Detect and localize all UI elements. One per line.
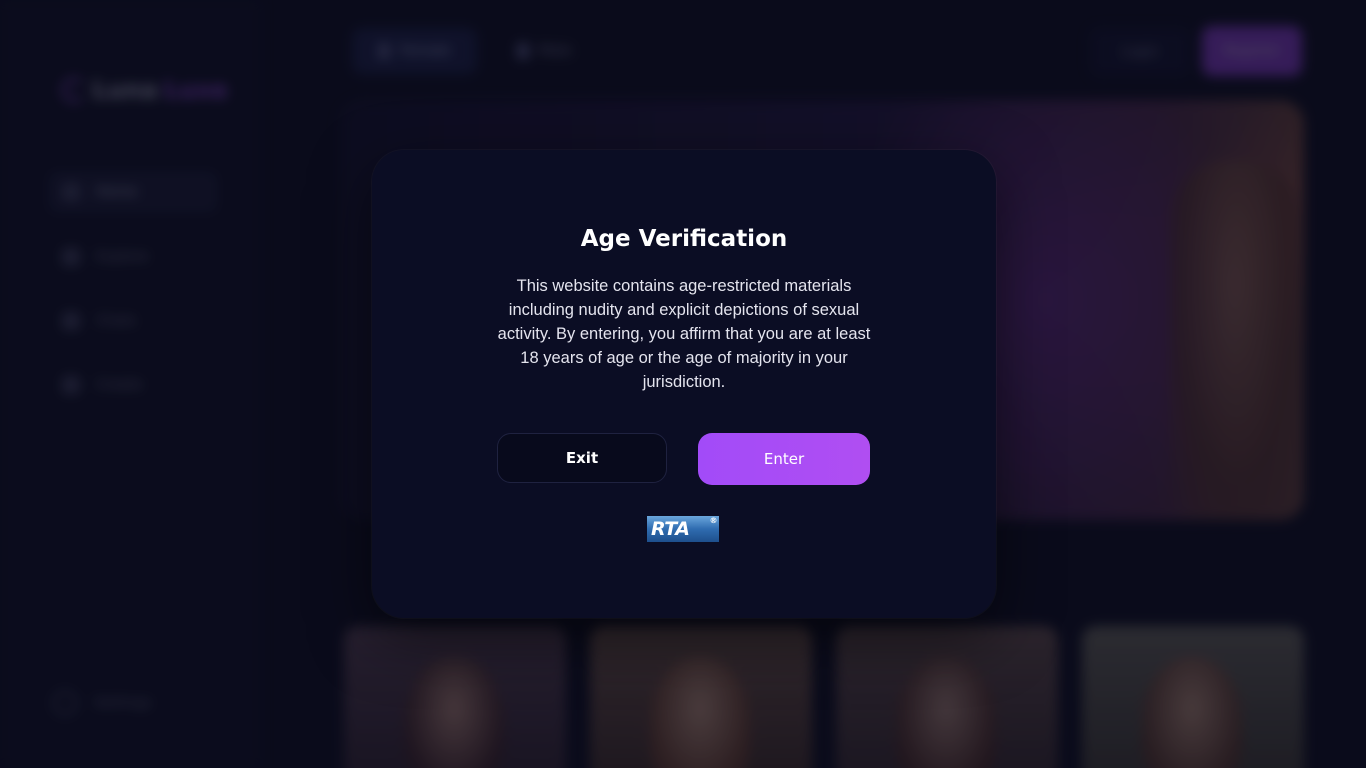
dialog-title: Age Verification [580, 226, 788, 252]
enter-button[interactable]: Enter [698, 433, 870, 485]
registered-mark: ® [709, 516, 718, 525]
page: Luna Luxe Home Explore Chats Create Setti… [0, 0, 1366, 768]
rta-logo[interactable]: RTA ® [647, 516, 719, 542]
exit-button[interactable]: Exit [497, 433, 667, 483]
rta-logo-text: RTA [651, 518, 690, 540]
dialog-message: This website contains age-restricted mat… [497, 277, 871, 391]
age-verification-dialog: Age Verification This website contains a… [372, 150, 996, 618]
